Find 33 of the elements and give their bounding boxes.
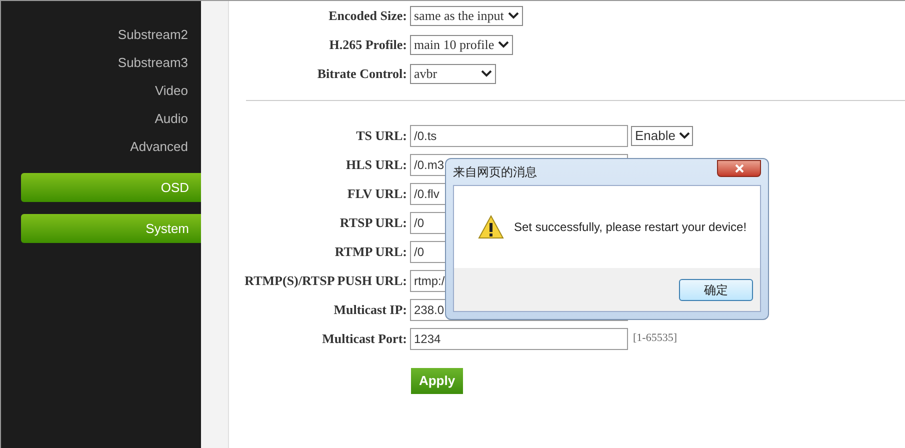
field-label: RTMP(S)/RTSP PUSH URL: — [244, 272, 407, 288]
dropdown[interactable]: same as the input — [410, 6, 523, 26]
field-label: Bitrate Control: — [317, 66, 407, 80]
sidebar-item[interactable]: Substream2 — [118, 25, 188, 45]
warning-icon — [478, 215, 504, 239]
field-label: Multicast IP: — [334, 302, 407, 316]
input-field[interactable]: 1234 — [410, 328, 628, 350]
sidebar-item[interactable]: Substream3 — [118, 53, 188, 73]
close-button[interactable] — [717, 160, 761, 176]
range-hint: [1-65535] — [633, 331, 677, 346]
sidebar-item[interactable]: Video — [154, 81, 188, 101]
chevron-down-icon — [481, 70, 492, 77]
dropdown[interactable]: main 10 profile — [410, 34, 514, 54]
field-label: Encoded Size: — [328, 8, 407, 22]
field-label: H.265 Profile: — [329, 36, 407, 52]
field-label: Multicast Port: — [322, 330, 407, 346]
close-icon — [734, 164, 744, 172]
field-label: RTSP URL: — [340, 214, 407, 230]
ok-button[interactable]: 确定 — [679, 278, 753, 300]
sidebar-item[interactable]: Advanced — [130, 137, 188, 157]
sidebar-item[interactable]: Audio — [154, 109, 188, 129]
field-label: RTMP URL: — [334, 244, 407, 258]
chevron-down-icon — [508, 12, 519, 19]
field-label: HLS URL: — [346, 156, 407, 172]
dropdown[interactable]: Enable — [631, 126, 693, 146]
chevron-down-icon — [498, 41, 510, 48]
dropdown[interactable]: avbr — [410, 64, 496, 84]
dialog-title: 来自网页的消息 — [453, 164, 537, 181]
chevron-down-icon — [679, 132, 690, 139]
dialog-message: Set successfully, please restart your device! — [514, 219, 747, 236]
field-label: FLV URL: — [347, 186, 407, 200]
field-label: TS URL: — [356, 128, 407, 142]
input-field[interactable]: /0.ts — [410, 124, 628, 146]
